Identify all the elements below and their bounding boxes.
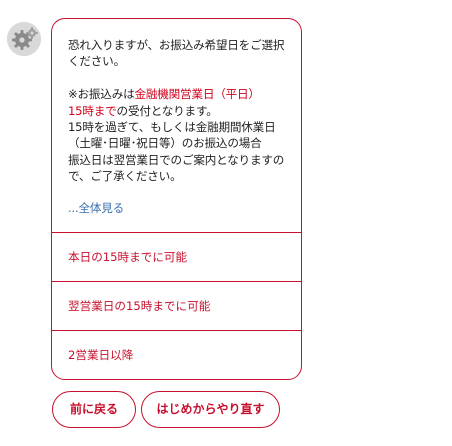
message-text: 恐れ入りますが、お振込み希望日をご選択 ください。 ※お振込みは金融機関営業日（… [52, 19, 301, 217]
notice-deadline: 15時まで [68, 103, 117, 118]
restart-button[interactable]: はじめからやり直す [141, 391, 280, 428]
notice-line: ※お振込みは金融機関営業日（平日） [68, 86, 287, 102]
option-two-business-days-later[interactable]: 2営業日以降 [52, 330, 301, 378]
back-button[interactable]: 前に戻る [52, 391, 136, 428]
body-line-1: 15時を過ぎて、もしくは金融期間休業日 [68, 120, 276, 135]
notice-business-days: 金融機関営業日（平日） [134, 87, 260, 102]
option-today-by-15[interactable]: 本日の15時までに可能 [52, 232, 301, 280]
body-line-4: で、ご了承ください。 [68, 169, 182, 184]
notice-prefix: ※お振込みは [68, 87, 135, 102]
notice-suffix: の受付となります。 [116, 103, 218, 118]
body-line-2: （土曜･日曜･祝日等）のお振込の場合 [68, 136, 262, 151]
notice-line-2: 15時までの受付となります。 [68, 103, 287, 119]
message-line-1: 恐れ入りますが、お振込み希望日をご選択 [68, 38, 285, 52]
message-bubble: 恐れ入りますが、お振込み希望日をご選択 ください。 ※お振込みは金融機関営業日（… [51, 18, 302, 380]
bot-avatar-gear-icon [7, 22, 41, 56]
chat-row: 恐れ入りますが、お振込み希望日をご選択 ください。 ※お振込みは金融機関営業日（… [0, 0, 452, 446]
message-line-2: ください。 [68, 54, 125, 69]
body-line-3: 振込日は翌営業日でのご案内となりますの [68, 152, 285, 167]
option-next-business-day[interactable]: 翌営業日の15時までに可能 [52, 281, 301, 329]
see-all-link[interactable]: ...全体見る [68, 199, 287, 217]
